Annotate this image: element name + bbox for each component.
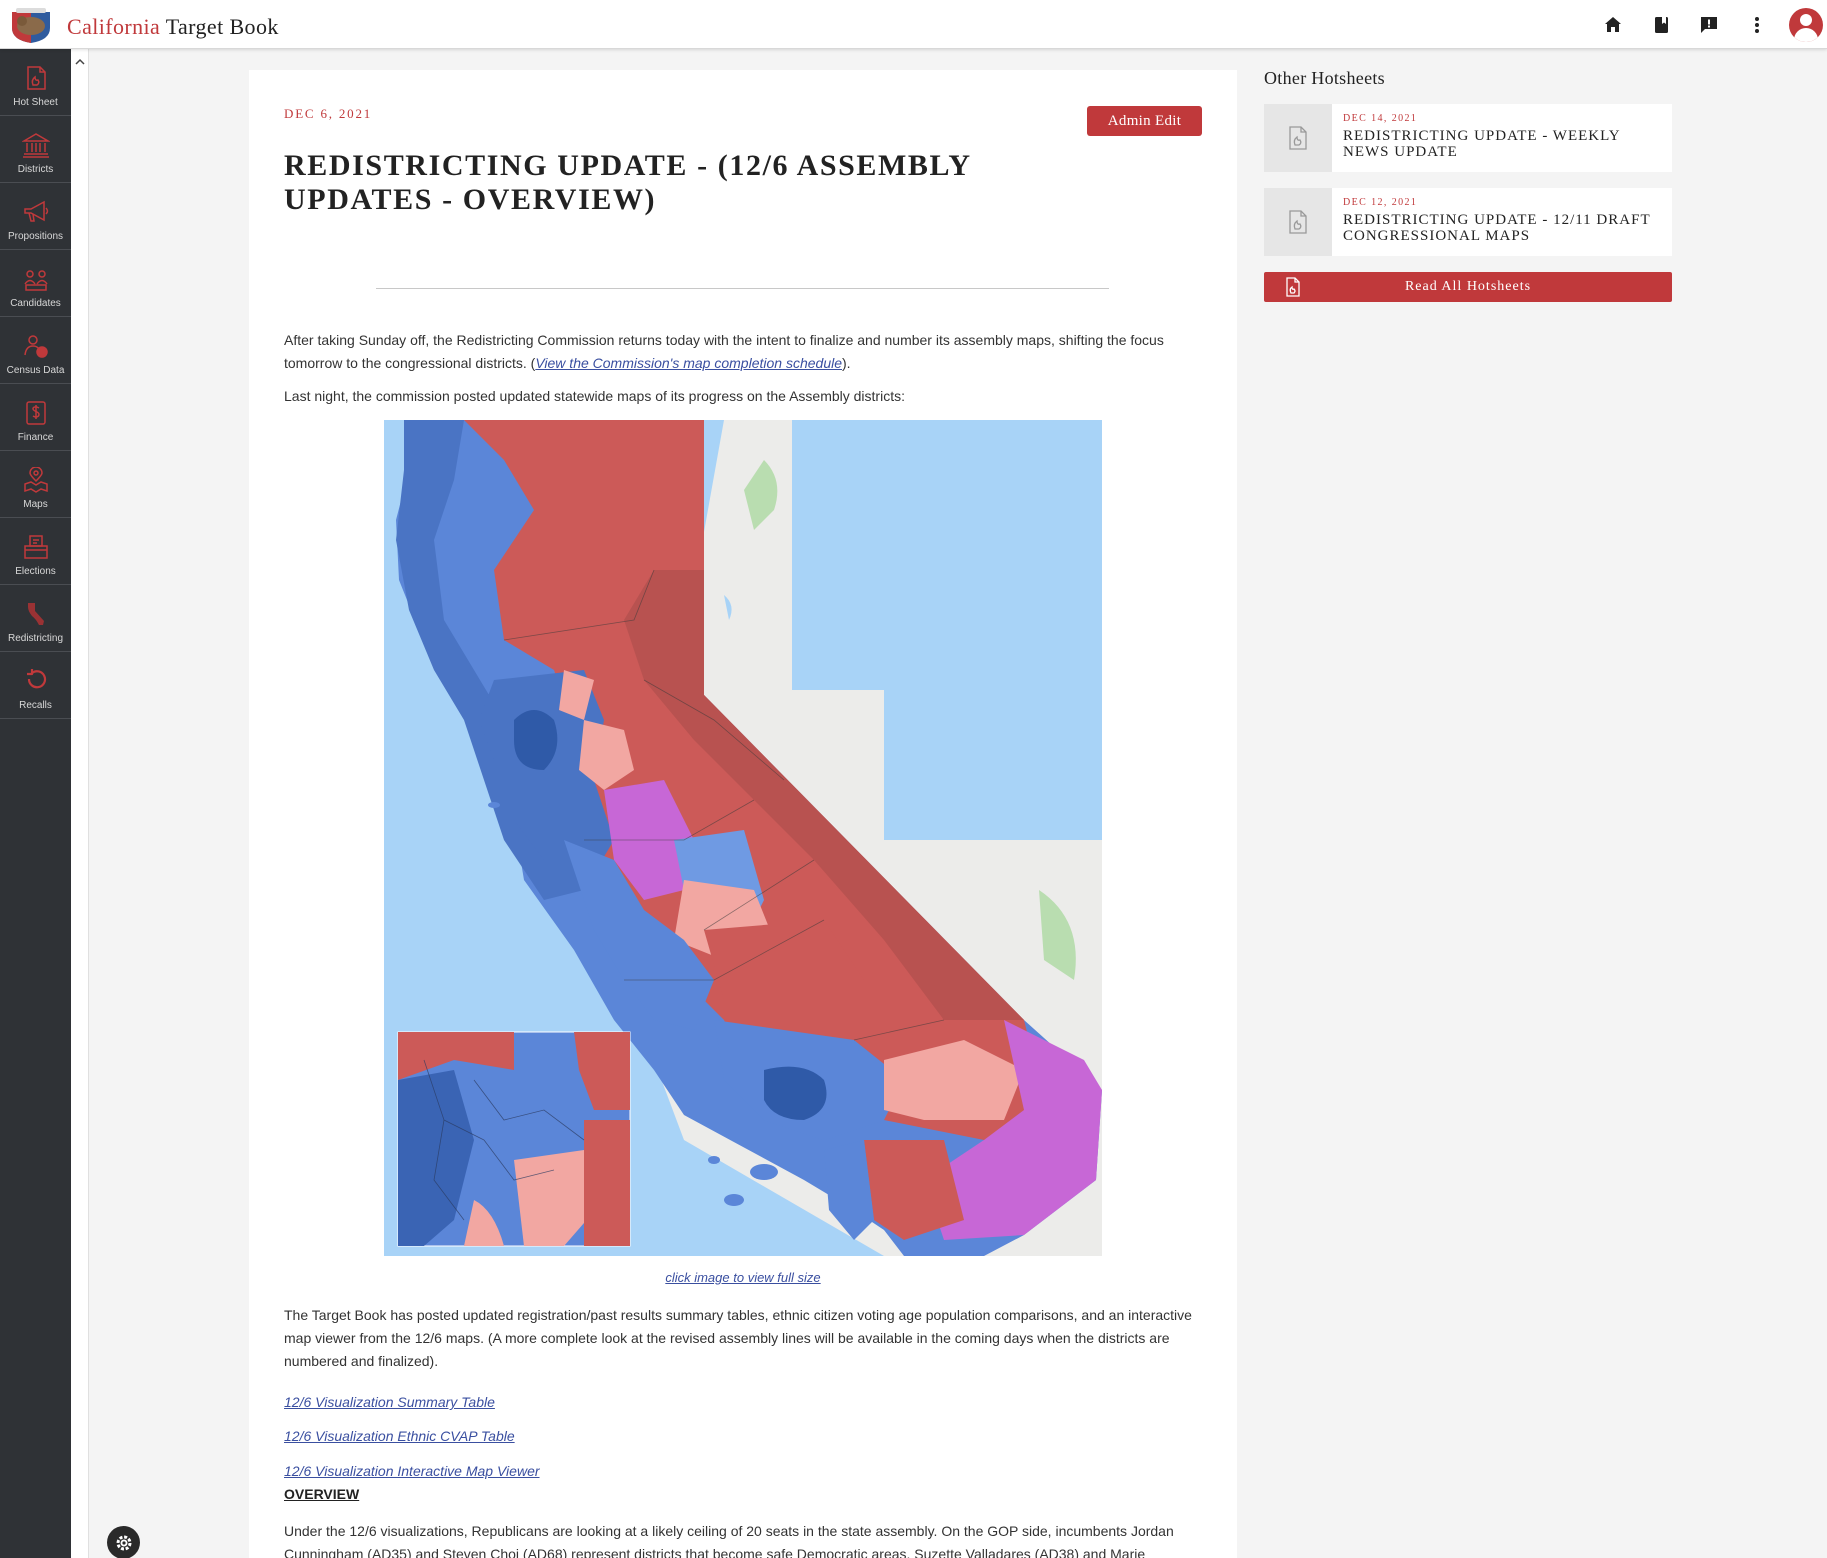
sidebar-item-redistricting[interactable]: Redistricting [0, 585, 71, 652]
sidebar-item-label: Redistricting [7, 633, 64, 644]
bookmark-button[interactable] [1637, 0, 1685, 49]
sidebar-item-label: Maps [23, 499, 48, 510]
home-icon [1605, 17, 1621, 32]
sidebar-item-finance[interactable]: Finance [0, 384, 71, 451]
map-icon [23, 467, 48, 493]
more-vertical-icon [1755, 16, 1759, 33]
sidebar-item-elections[interactable]: Elections [0, 518, 71, 585]
book-icon [1654, 16, 1668, 33]
sidebar-item-label: Recalls [19, 700, 52, 711]
brand-rest: Target Book [160, 14, 279, 39]
title-divider [376, 288, 1109, 289]
sidebar-item-label: Elections [15, 566, 56, 577]
hot-sheet-icon [1289, 210, 1307, 234]
sidebar-item-label: Candidates [10, 298, 61, 309]
target-book-logo[interactable] [9, 6, 53, 44]
map-caption: click image to view full size [249, 1270, 1237, 1285]
paragraph-maps-posted: Last night, the commission posted update… [284, 388, 905, 404]
hotsheet-thumbnail [1264, 104, 1332, 172]
article-title: REDISTRICTING UPDATE - (12/6 ASSEMBLY UP… [284, 149, 971, 216]
sidebar-collapse-button[interactable] [75, 53, 85, 71]
census-icon [23, 335, 48, 358]
read-all-hotsheets-button[interactable]: Read All Hotsheets [1264, 272, 1672, 302]
interactive-map-viewer-link[interactable]: 12/6 Visualization Interactive Map Viewe… [284, 1463, 540, 1479]
paragraph-overview: Under the 12/6 visualizations, Republica… [284, 1523, 1174, 1558]
hotsheet-title: REDISTRICTING UPDATE - 12/11 DRAFT CONGR… [1343, 212, 1651, 244]
hot-sheet-icon [1289, 126, 1307, 150]
hotsheet-card[interactable]: DEC 12, 2021 REDISTRICTING UPDATE - 12/1… [1264, 188, 1672, 256]
other-hotsheets-heading: Other Hotsheets [1264, 68, 1385, 88]
schedule-link[interactable]: View the Commission's map completion sch… [535, 355, 842, 371]
sidebar-item-recalls[interactable]: Recalls [0, 652, 71, 719]
megaphone-icon [23, 200, 48, 222]
hotsheet-title: REDISTRICTING UPDATE - WEEKLY NEWS UPDAT… [1343, 128, 1621, 160]
top-actions [1589, 0, 1827, 49]
hotsheet-thumbnail [1264, 188, 1332, 256]
recall-icon [26, 669, 46, 689]
ballot-box-icon [23, 535, 48, 559]
admin-edit-button[interactable]: Admin Edit [1087, 106, 1202, 136]
hot-sheet-icon [26, 66, 46, 90]
read-all-label: Read All Hotsheets [1404, 279, 1532, 294]
chevron-up-icon [75, 58, 85, 65]
assembly-map-image[interactable] [384, 420, 1102, 1256]
brand-title[interactable]: California Target Book [67, 14, 279, 40]
sidebar-item-label: Census Data [6, 365, 65, 376]
feedback-button[interactable] [1685, 0, 1733, 49]
ethnic-cvap-table-link[interactable]: 12/6 Visualization Ethnic CVAP Table [284, 1428, 515, 1444]
paragraph-intro: After taking Sunday off, the Redistricti… [284, 329, 1204, 375]
sidebar-item-label: Propositions [7, 231, 64, 242]
settings-button[interactable] [107, 1526, 140, 1558]
sidebar-item-propositions[interactable]: Propositions [0, 183, 71, 250]
sidebar-item-label: Districts [17, 164, 54, 175]
paragraph-target-book: The Target Book has posted updated regis… [284, 1307, 1192, 1369]
hot-sheet-icon [1284, 277, 1302, 302]
candidates-icon [23, 270, 48, 291]
more-menu-button[interactable] [1733, 0, 1781, 49]
view-full-size-link[interactable]: click image to view full size [665, 1270, 820, 1285]
sidebar-item-districts[interactable]: Districts [0, 116, 71, 183]
hotsheet-card[interactable]: DEC 14, 2021 REDISTRICTING UPDATE - WEEK… [1264, 104, 1672, 172]
top-bar: California Target Book [0, 0, 1827, 49]
summary-table-link[interactable]: 12/6 Visualization Summary Table [284, 1394, 495, 1410]
sidebar-item-label: Hot Sheet [13, 97, 58, 108]
california-icon [27, 603, 44, 625]
feedback-icon [1701, 16, 1717, 33]
article-date: DEC 6, 2021 [284, 106, 373, 121]
sidebar-item-candidates[interactable]: Candidates [0, 250, 71, 317]
sidebar-item-maps[interactable]: Maps [0, 451, 71, 518]
sidebar: Hot Sheet Districts Propositions Candida… [0, 49, 71, 1558]
article-card: DEC 6, 2021 Admin Edit REDISTRICTING UPD… [249, 70, 1237, 1558]
hotsheet-date: DEC 14, 2021 [1343, 113, 1418, 124]
brand-first-word: California [67, 14, 161, 39]
home-button[interactable] [1589, 0, 1637, 49]
paragraph-text: ). [842, 355, 851, 371]
gear-icon [116, 1535, 131, 1550]
user-avatar[interactable] [1789, 7, 1823, 42]
sidebar-item-label: Finance [17, 432, 54, 443]
capitol-icon [21, 133, 50, 158]
hotsheet-date: DEC 12, 2021 [1343, 197, 1418, 208]
dollar-icon [25, 401, 46, 425]
sidebar-collapse-strip [71, 49, 89, 1558]
sidebar-item-hot-sheet[interactable]: Hot Sheet [0, 49, 71, 116]
sidebar-item-census-data[interactable]: Census Data [0, 317, 71, 384]
overview-heading: OVERVIEW [284, 1486, 360, 1502]
